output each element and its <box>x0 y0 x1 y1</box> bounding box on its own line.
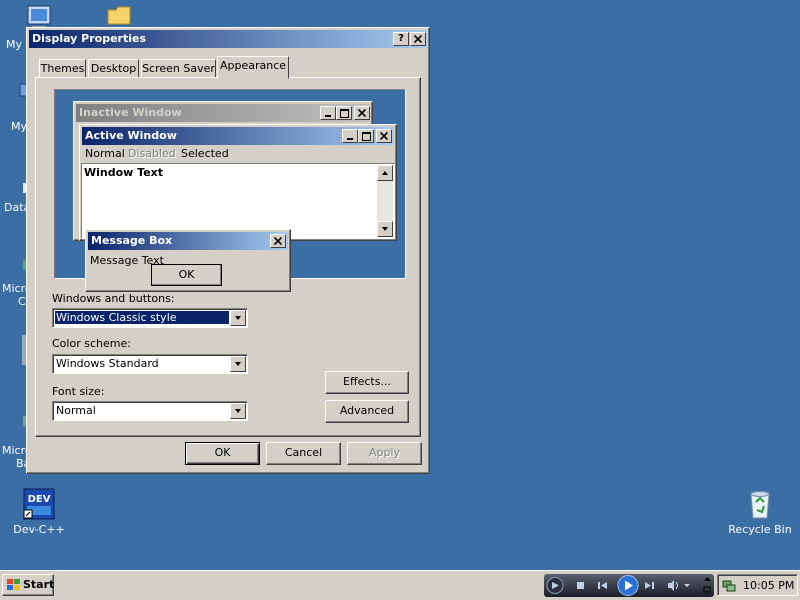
taskbar: Start 10:05 PM <box>0 570 800 600</box>
preview-menu-selected: Selected <box>181 147 229 160</box>
font-size-value: Normal <box>56 404 96 417</box>
recycle-bin-icon <box>750 491 770 519</box>
dialog-title: Display Properties <box>32 32 147 45</box>
next-icon[interactable] <box>645 582 654 589</box>
preview-menu-disabled: Disabled <box>128 147 176 160</box>
appearance-preview: Inactive Window Active Window Normal Dis… <box>54 89 406 292</box>
chevron-down-icon[interactable] <box>230 403 246 419</box>
minimize-icon <box>320 106 336 120</box>
scroll-down-button <box>377 221 393 237</box>
font-size-select[interactable]: Normal <box>52 401 248 421</box>
close-icon <box>354 106 370 120</box>
previous-icon[interactable] <box>598 582 607 589</box>
start-label: Start <box>23 578 55 591</box>
media-player-toolbar <box>544 574 714 597</box>
tab-themes[interactable]: Themes <box>39 59 86 78</box>
desktop-icon-recycle-bin[interactable]: Recycle Bin <box>722 488 798 536</box>
preview-scrollbar <box>377 165 393 237</box>
preview-msgbox-titlebar: Message Box <box>88 232 288 250</box>
preview-active-title: Active Window <box>85 129 177 142</box>
preview-msgbox-ok: OK <box>151 264 222 286</box>
chevron-down-icon[interactable] <box>230 356 246 372</box>
close-icon <box>376 129 392 143</box>
media-restore-icon[interactable] <box>703 575 712 595</box>
volume-icon[interactable] <box>668 580 678 591</box>
font-size-label: Font size: <box>52 385 105 398</box>
desktop-icon-label: Recycle Bin <box>728 523 792 536</box>
preview-active-window: Active Window Normal Disabled Selected W… <box>79 124 397 241</box>
network-status-icon[interactable] <box>722 578 736 592</box>
chevron-down-icon[interactable] <box>684 584 690 587</box>
minimize-icon <box>342 129 358 143</box>
desktop-icon-label: My <box>11 120 28 133</box>
maximize-icon <box>336 106 352 120</box>
desktop-icon-label: Dev-C++ <box>13 523 65 536</box>
preview-message-box: Message Box Message Text OK <box>85 229 291 292</box>
tab-screen-saver[interactable]: Screen Saver <box>141 59 216 78</box>
help-button[interactable]: ? <box>393 32 409 46</box>
tab-desktop[interactable]: Desktop <box>88 59 139 78</box>
desktop-icon-label: C <box>18 295 26 308</box>
color-scheme-value: Windows Standard <box>56 357 159 370</box>
color-scheme-select[interactable]: Windows Standard <box>52 354 248 374</box>
folder-icon <box>107 6 131 25</box>
system-tray: 10:05 PM <box>717 574 798 596</box>
chevron-down-icon[interactable] <box>230 310 246 326</box>
desktop-icon-devcpp[interactable]: DEV Dev-C++ <box>4 488 74 536</box>
dialog-titlebar[interactable]: Display Properties <box>29 30 427 48</box>
play-icon[interactable] <box>617 575 639 596</box>
windows-logo-icon <box>7 579 20 590</box>
preview-msgbox-title: Message Box <box>91 234 173 247</box>
start-button[interactable]: Start <box>2 574 54 596</box>
preview-window-text-area: Window Text <box>81 163 395 239</box>
stop-icon[interactable] <box>577 582 584 589</box>
close-icon <box>413 34 423 44</box>
close-button[interactable] <box>410 32 426 46</box>
clock[interactable]: 10:05 PM <box>743 579 794 592</box>
close-icon <box>270 234 286 248</box>
maximize-icon <box>358 129 374 143</box>
apply-button[interactable]: Apply <box>347 442 422 465</box>
svg-text:DEV: DEV <box>28 494 51 505</box>
display-properties-dialog: Display Properties ? Themes Desktop Scre… <box>26 27 430 474</box>
tab-appearance[interactable]: Appearance <box>217 56 289 79</box>
scroll-up-button <box>377 165 393 181</box>
windows-buttons-value: Windows Classic style <box>55 311 229 324</box>
effects-button[interactable]: Effects... <box>325 371 409 394</box>
ok-button[interactable]: OK <box>185 442 260 465</box>
advanced-button[interactable]: Advanced <box>325 400 409 423</box>
windows-buttons-select[interactable]: Windows Classic style <box>52 308 248 328</box>
preview-inactive-title: Inactive Window <box>79 106 182 119</box>
cancel-button[interactable]: Cancel <box>266 442 341 465</box>
media-icon <box>546 577 564 594</box>
color-scheme-label: Color scheme: <box>52 337 131 350</box>
devcpp-icon: DEV <box>23 488 55 520</box>
windows-buttons-label: Windows and buttons: <box>52 292 175 305</box>
preview-window-text: Window Text <box>84 166 164 179</box>
preview-menu-normal: Normal <box>85 147 125 160</box>
